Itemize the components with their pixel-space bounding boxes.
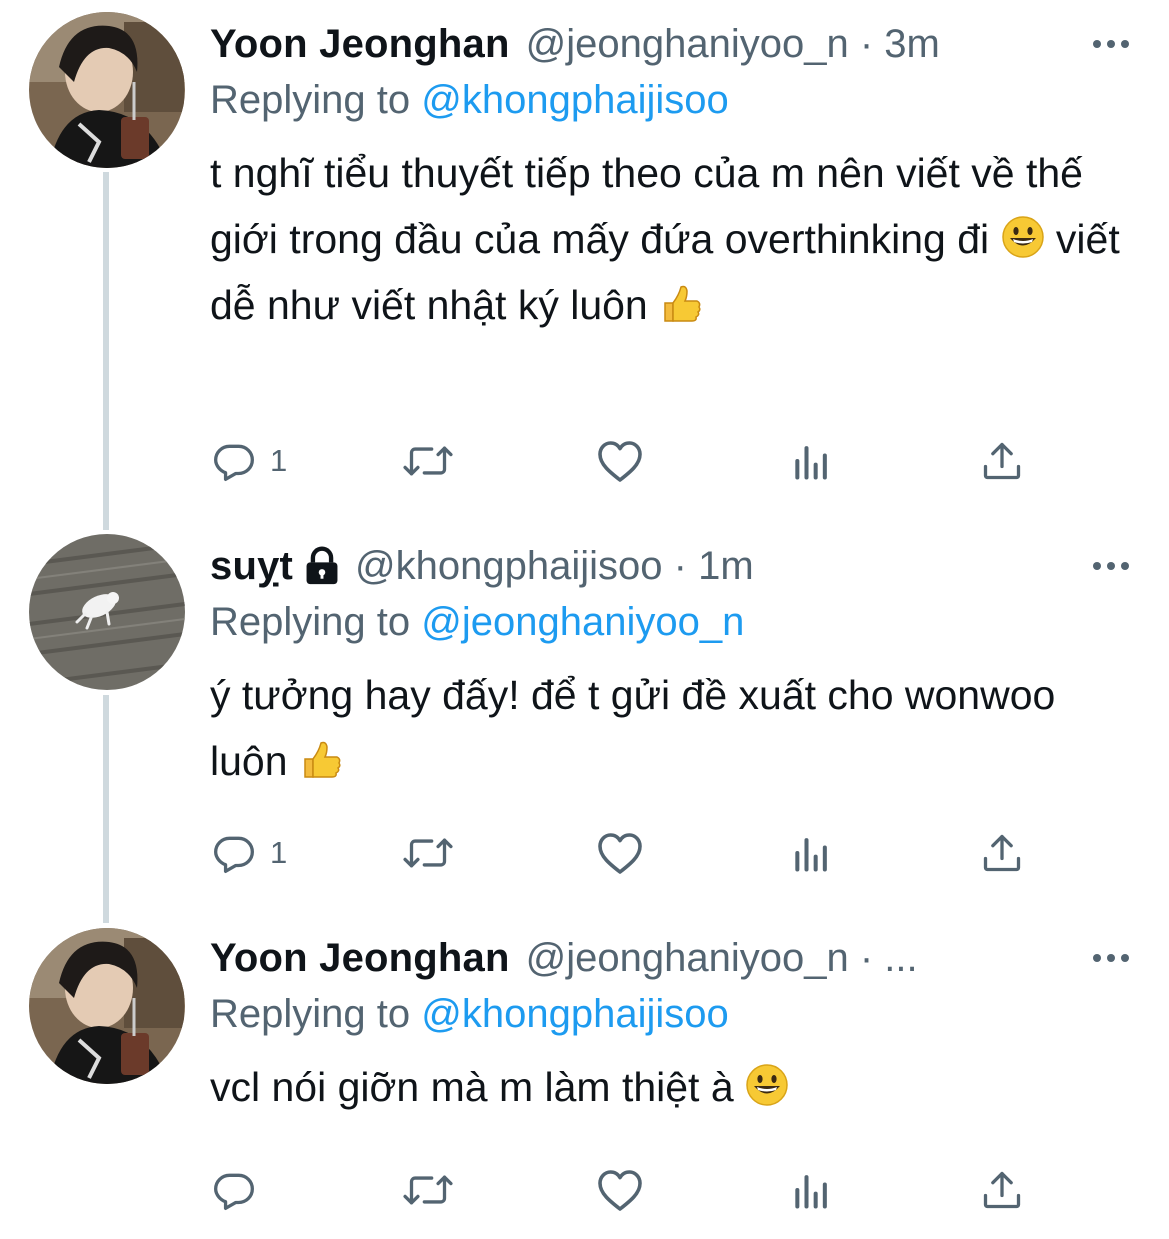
- replying-label: Replying to: [210, 992, 411, 1036]
- like-button[interactable]: [596, 828, 644, 878]
- share-button[interactable]: [980, 828, 1024, 878]
- thumbs-up-emoji: [304, 741, 341, 778]
- tweet-text: vcl nói giỡn mà m làm thiệt à: [210, 1054, 1129, 1120]
- share-icon: [983, 1171, 1021, 1209]
- share-button[interactable]: [980, 436, 1024, 486]
- share-icon: [983, 834, 1021, 872]
- tweet-text-part: vcl nói giỡn mà m làm thiệt à: [210, 1064, 734, 1110]
- reply-count: 1: [270, 443, 288, 478]
- reply-button[interactable]: 1: [212, 436, 287, 486]
- replying-to: Replying to @khongphaijisoo: [210, 72, 1129, 128]
- like-icon: [598, 441, 642, 482]
- more-icon[interactable]: [1093, 16, 1129, 72]
- like-button[interactable]: [596, 436, 644, 486]
- replying-to: Replying to @khongphaijisoo: [210, 986, 1129, 1042]
- share-icon: [983, 442, 1021, 480]
- views-button[interactable]: [790, 436, 834, 486]
- retweet-button[interactable]: [400, 436, 456, 486]
- reply-icon: [214, 1173, 254, 1210]
- tweet-text: t nghĩ tiểu thuyết tiếp theo của m nên v…: [210, 140, 1129, 338]
- display-name[interactable]: Yoon Jeonghan: [210, 936, 510, 981]
- mention-link[interactable]: @khongphaijisoo: [421, 78, 728, 122]
- like-icon: [598, 833, 642, 874]
- retweet-icon: [403, 1175, 453, 1205]
- tweet-header: suỵt @khongphaijisoo · 1m: [210, 538, 1129, 594]
- more-icon[interactable]: [1093, 930, 1129, 986]
- avatar[interactable]: [29, 12, 185, 168]
- replying-label: Replying to: [210, 78, 411, 122]
- thread-line: [103, 695, 109, 923]
- lock-icon: [306, 546, 338, 585]
- display-name[interactable]: suỵt: [210, 544, 293, 589]
- views-button[interactable]: [790, 828, 834, 878]
- views-button[interactable]: [790, 1165, 834, 1215]
- tweet-header: Yoon Jeonghan @jeonghaniyoo_n · 3m: [210, 16, 1129, 72]
- grinning-face-emoji: [1001, 216, 1044, 258]
- like-button[interactable]: [596, 1165, 644, 1215]
- share-button[interactable]: [980, 1165, 1024, 1215]
- retweet-icon: [403, 838, 453, 868]
- reply-icon: [214, 444, 254, 481]
- avatar[interactable]: [29, 928, 185, 1084]
- avatar[interactable]: [29, 534, 185, 690]
- reply-count: 1: [270, 835, 288, 870]
- handle-and-time[interactable]: @jeonghaniyoo_n · ...: [526, 936, 918, 981]
- handle-and-time[interactable]: @khongphaijisoo · 1m: [355, 544, 754, 589]
- like-icon: [598, 1170, 642, 1211]
- action-bar: [212, 1165, 1042, 1215]
- tweet-text: ý tưởng hay đấy! để t gửi đề xuất cho wo…: [210, 662, 1129, 794]
- reply-button[interactable]: [212, 1165, 270, 1215]
- retweet-button[interactable]: [400, 1165, 456, 1215]
- retweet-icon: [403, 446, 453, 476]
- reply-icon: [214, 836, 254, 873]
- mention-link[interactable]: @jeonghaniyoo_n: [421, 600, 744, 644]
- thread-line: [103, 172, 109, 530]
- mention-link[interactable]: @khongphaijisoo: [421, 992, 728, 1036]
- handle-and-time[interactable]: @jeonghaniyoo_n · 3m: [526, 22, 940, 67]
- tweet-text-part: t nghĩ tiểu thuyết tiếp theo của m nên v…: [210, 150, 1083, 262]
- views-icon: [795, 1175, 827, 1209]
- grinning-face-emoji: [746, 1064, 788, 1106]
- more-icon[interactable]: [1093, 538, 1129, 594]
- action-bar: 1: [212, 828, 1042, 878]
- tweet-header: Yoon Jeonghan @jeonghaniyoo_n · ...: [210, 930, 1129, 986]
- thumbs-up-emoji: [664, 285, 701, 322]
- replying-to: Replying to @jeonghaniyoo_n: [210, 594, 1129, 650]
- reply-button[interactable]: 1: [212, 828, 287, 878]
- retweet-button[interactable]: [400, 828, 456, 878]
- replying-label: Replying to: [210, 600, 411, 644]
- action-bar: 1: [212, 436, 1042, 486]
- display-name[interactable]: Yoon Jeonghan: [210, 22, 510, 67]
- views-icon: [795, 446, 827, 480]
- views-icon: [795, 838, 827, 872]
